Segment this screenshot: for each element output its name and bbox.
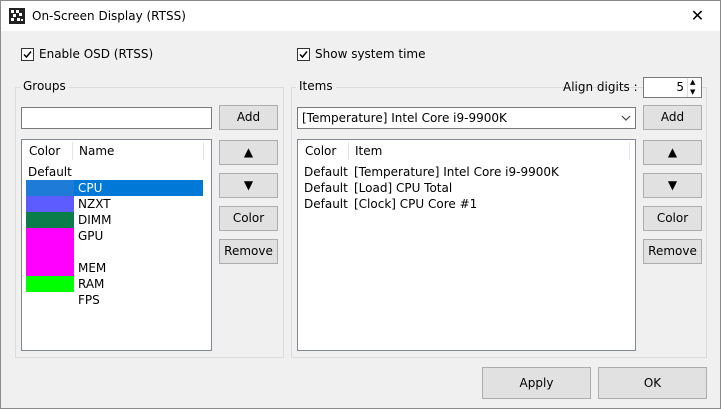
header-divider [629, 142, 630, 160]
item-name-cell: [Temperature] Intel Core i9-9900K [354, 165, 559, 179]
items-down-button[interactable]: ▼ [643, 173, 702, 198]
app-icon [9, 8, 25, 24]
chevron-down-icon[interactable] [621, 114, 631, 122]
groups-down-button[interactable]: ▼ [219, 173, 278, 198]
list-item[interactable]: GPU [26, 228, 203, 244]
item-color-cell: Default [304, 181, 348, 195]
groups-color-button[interactable]: Color [219, 206, 278, 231]
osd-dialog: On-Screen Display (RTSS) ✕ Enable OSD (R… [0, 0, 721, 409]
groups-list-header: Color Name [22, 140, 211, 162]
enable-osd-label[interactable]: Enable OSD (RTSS) [39, 47, 153, 61]
header-divider [203, 142, 204, 160]
list-item[interactable]: Default [Load] CPU Total [302, 180, 622, 196]
item-name-cell: [Clock] CPU Core #1 [354, 197, 478, 211]
items-up-button[interactable]: ▲ [643, 140, 702, 165]
enable-osd-checkbox[interactable] [21, 48, 34, 61]
list-item[interactable]: Default [Clock] CPU Core #1 [302, 196, 622, 212]
color-swatch [26, 180, 74, 196]
groups-list[interactable]: Color Name Default CPU NZXT DIMM GPU MEM RAM FP… [21, 139, 212, 351]
list-item[interactable]: CPU [26, 180, 203, 196]
items-remove-button[interactable]: Remove [643, 239, 702, 264]
items-list-header: Color Item [298, 140, 635, 162]
color-swatch [26, 212, 74, 228]
close-icon[interactable]: ✕ [675, 1, 720, 31]
color-swatch [26, 196, 74, 212]
align-digits-label: Align digits : [563, 80, 638, 94]
align-digits-spinner[interactable]: 5 ▲ ▼ [643, 77, 702, 98]
item-color-cell: Default [304, 197, 348, 211]
groups-title: Groups [20, 79, 69, 93]
color-swatch [26, 228, 74, 244]
apply-button[interactable]: Apply [482, 367, 591, 399]
items-list[interactable]: Color Item Default [Temperature] Intel Co… [297, 139, 636, 351]
groups-remove-button[interactable]: Remove [219, 239, 278, 264]
list-item[interactable] [26, 244, 203, 260]
list-item[interactable]: FPS [26, 292, 203, 308]
item-name-cell: [Load] CPU Total [354, 181, 453, 195]
list-item[interactable]: RAM [26, 276, 203, 292]
group-name-cell: RAM [78, 277, 105, 291]
ok-button[interactable]: OK [598, 367, 707, 399]
group-name-cell: MEM [78, 261, 107, 275]
items-add-button[interactable]: Add [643, 105, 702, 130]
groups-add-button[interactable]: Add [219, 105, 278, 130]
header-divider [348, 142, 349, 160]
align-digits-value[interactable]: 5 [644, 80, 684, 94]
spinner-arrows[interactable]: ▲ ▼ [687, 78, 701, 97]
items-col-item[interactable]: Item [355, 144, 382, 158]
title-bar: On-Screen Display (RTSS) ✕ [1, 1, 720, 31]
groups-col-color[interactable]: Color [29, 144, 60, 158]
list-item[interactable]: NZXT [26, 196, 203, 212]
item-color-cell: Default [304, 165, 348, 179]
groups-up-button[interactable]: ▲ [219, 140, 278, 165]
color-swatch [26, 276, 74, 292]
list-item[interactable]: Default [Temperature] Intel Core i9-9900K [302, 164, 622, 180]
list-item[interactable]: Default [26, 164, 203, 180]
group-name-cell: FPS [78, 293, 100, 307]
window-title: On-Screen Display (RTSS) [32, 9, 186, 23]
items-color-button[interactable]: Color [643, 206, 702, 231]
header-divider [72, 142, 73, 160]
group-color-cell: Default [28, 165, 72, 179]
group-name-cell: GPU [78, 229, 104, 243]
group-name-cell: CPU [78, 181, 103, 195]
group-name-cell: DIMM [78, 213, 112, 227]
group-name-cell: NZXT [78, 197, 111, 211]
list-item[interactable]: MEM [26, 260, 203, 276]
spin-down-icon[interactable]: ▼ [690, 88, 695, 96]
show-time-checkbox[interactable] [297, 48, 310, 61]
sensor-combobox[interactable]: [Temperature] Intel Core i9-9900K [297, 107, 636, 129]
spin-up-icon[interactable]: ▲ [690, 78, 695, 86]
items-title: Items [296, 79, 336, 93]
color-swatch [26, 244, 74, 260]
group-name-input[interactable] [21, 107, 212, 129]
show-time-label[interactable]: Show system time [315, 47, 426, 61]
groups-col-name[interactable]: Name [79, 144, 114, 158]
items-col-color[interactable]: Color [305, 144, 336, 158]
list-item[interactable]: DIMM [26, 212, 203, 228]
sensor-combo-value[interactable]: [Temperature] Intel Core i9-9900K [302, 111, 507, 125]
color-swatch [26, 260, 74, 276]
